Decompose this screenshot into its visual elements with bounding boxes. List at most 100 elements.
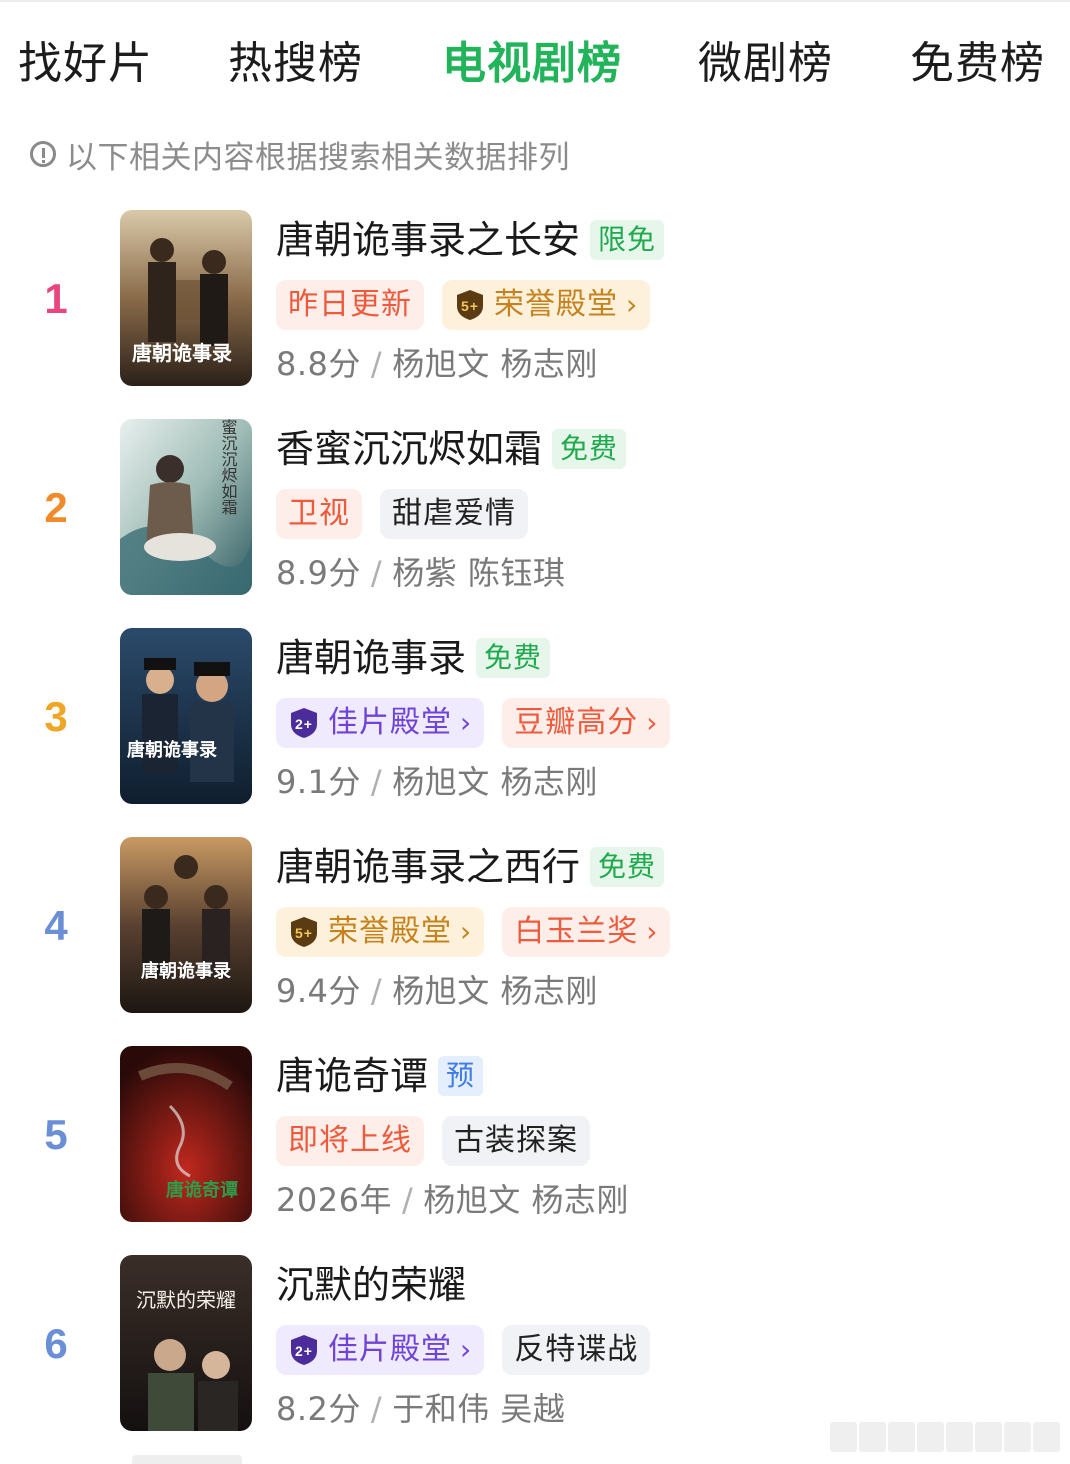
tab-find-good-films[interactable]: 找好片 [18, 34, 153, 94]
chevron-right-icon: › [626, 288, 639, 321]
title-text: 唐诡奇谭 [276, 1054, 429, 1098]
tag-magnolia-award[interactable]: 白玉兰奖 › [502, 907, 671, 957]
tag-satellite-tv: 卫视 [276, 489, 362, 539]
tag-list: 2+ 佳片殿堂 › 反特谍战 [276, 1325, 668, 1375]
score: 9.1分 [276, 763, 361, 801]
tag-label: 荣誉殿堂 [328, 914, 452, 949]
meta-line: 8.8分 / 杨旭文 杨志刚 [276, 342, 598, 386]
list-item[interactable]: 2 香蜜沉沉烬如霜 香蜜沉沉烬如霜 免费 卫视 甜虐爱情 8.9分 / 杨紫 陈钰琪 [0, 419, 1070, 597]
poster-image[interactable]: 沉默的荣耀 [120, 1255, 252, 1431]
list-item[interactable]: 3 唐朝诡事录 唐朝诡事录 免费 2+ 佳片殿堂 › 豆瓣高分 › 9.1分 / 杨… [0, 628, 1070, 806]
meta-line: 9.4分 / 杨旭文 杨志刚 [276, 969, 598, 1013]
chevron-right-icon: › [460, 915, 473, 948]
svg-text:唐朝诡事录: 唐朝诡事录 [132, 341, 232, 365]
cast: 杨紫 陈钰琪 [392, 554, 566, 592]
tab-free[interactable]: 免费榜 [910, 34, 1045, 94]
tag-fine-film-hall[interactable]: 2+ 佳片殿堂 › [276, 1325, 485, 1375]
show-title[interactable]: 唐诡奇谭 预 [276, 1051, 484, 1101]
tag-list: 2+ 佳片殿堂 › 豆瓣高分 › [276, 698, 688, 748]
separator: / [370, 972, 383, 1010]
list-item[interactable]: 4 唐朝诡事录 唐朝诡事录之西行 免费 5+ 荣誉殿堂 › 白玉兰奖 › 9.4… [0, 837, 1070, 1015]
rank-number: 5 [44, 1111, 68, 1158]
watermark-strip [830, 1422, 1060, 1452]
meta-line: 9.1分 / 杨旭文 杨志刚 [276, 760, 598, 804]
tab-tv-series[interactable]: 电视剧榜 [442, 34, 622, 94]
poster-image[interactable]: 香蜜沉沉烬如霜 [120, 419, 252, 595]
free-badge: 免费 [476, 638, 551, 678]
cast: 杨旭文 杨志刚 [392, 763, 598, 801]
separator: / [401, 1181, 414, 1219]
cast: 杨旭文 杨志刚 [392, 345, 598, 383]
cast: 于和伟 吴越 [392, 1390, 566, 1428]
tag-label: 荣誉殿堂 [494, 287, 618, 322]
separator: / [370, 1390, 383, 1428]
shield-icon: 2+ [291, 708, 317, 738]
list-item[interactable]: 5 唐诡奇谭 唐诡奇谭 预 即将上线 古装探案 2026年 / 杨旭文 杨志刚 [0, 1046, 1070, 1224]
chevron-right-icon: › [460, 706, 473, 739]
meta-line: 8.9分 / 杨紫 陈钰琪 [276, 551, 565, 595]
show-title[interactable]: 唐朝诡事录 免费 [276, 633, 551, 683]
rank-number: 1 [44, 275, 68, 322]
category-tabs: 找好片 热搜榜 电视剧榜 微剧榜 免费榜 [0, 34, 1070, 94]
meta-line: 8.2分 / 于和伟 吴越 [276, 1387, 565, 1431]
show-title[interactable]: 唐朝诡事录之西行 免费 [276, 842, 665, 892]
title-text: 沉默的荣耀 [276, 1263, 467, 1307]
shield-icon: 5+ [457, 290, 483, 320]
poster-image[interactable]: 唐诡奇谭 [120, 1046, 252, 1222]
separator: / [370, 345, 383, 383]
meta-line: 2026年 / 杨旭文 杨志刚 [276, 1178, 629, 1222]
svg-text:2+: 2+ [295, 716, 313, 732]
score: 8.8分 [276, 345, 361, 383]
tag-label: 豆瓣高分 [514, 705, 639, 740]
svg-text:香蜜沉沉烬如霜: 香蜜沉沉烬如霜 [219, 419, 238, 515]
tab-hot-search[interactable]: 热搜榜 [228, 34, 363, 94]
tag-douban-high-score[interactable]: 豆瓣高分 › [502, 698, 671, 748]
free-badge: 免费 [590, 847, 665, 887]
title-text: 香蜜沉沉烬如霜 [276, 427, 543, 471]
list-item[interactable]: 1 唐朝诡事录 唐朝诡事录之长安 限免 昨日更新 5+ 荣誉殿堂 › 8.8分 /… [0, 210, 1070, 388]
poster-image[interactable]: 唐朝诡事录 [120, 210, 252, 386]
title-text: 唐朝诡事录之长安 [276, 218, 581, 262]
score: 9.4分 [276, 972, 361, 1010]
tag-genre: 古装探案 [442, 1116, 590, 1166]
free-badge: 免费 [552, 429, 627, 469]
tag-label: 佳片殿堂 [328, 705, 452, 740]
tag-label: 佳片殿堂 [328, 1332, 452, 1367]
separator: / [370, 554, 383, 592]
tag-list: 5+ 荣誉殿堂 › 白玉兰奖 › [276, 907, 688, 957]
chevron-right-icon: › [460, 1333, 473, 1366]
title-text: 唐朝诡事录 [276, 636, 467, 680]
tag-list: 昨日更新 5+ 荣誉殿堂 › [276, 280, 668, 330]
show-title[interactable]: 唐朝诡事录之长安 限免 [276, 215, 665, 265]
rank-number: 6 [44, 1320, 68, 1367]
top-divider [0, 0, 1070, 2]
separator: / [370, 763, 383, 801]
list-item[interactable]: 6 沉默的荣耀 沉默的荣耀 2+ 佳片殿堂 › 反特谍战 8.2分 / 于和伟 吴越 [0, 1255, 1070, 1433]
info-icon [30, 141, 56, 167]
tag-genre: 甜虐爱情 [380, 489, 528, 539]
tag-honor-hall[interactable]: 5+ 荣誉殿堂 › [442, 280, 651, 330]
tag-list: 即将上线 古装探案 [276, 1116, 608, 1166]
score: 8.9分 [276, 554, 361, 592]
tag-list: 卫视 甜虐爱情 [276, 489, 546, 539]
chevron-right-icon: › [646, 706, 659, 739]
show-title[interactable]: 香蜜沉沉烬如霜 免费 [276, 424, 627, 474]
shield-icon: 5+ [291, 917, 317, 947]
svg-text:唐诡奇谭: 唐诡奇谭 [166, 1179, 238, 1201]
tab-micro-drama[interactable]: 微剧榜 [698, 34, 833, 94]
next-item-poster-edge [132, 1455, 242, 1464]
rank-number: 3 [44, 693, 68, 740]
preview-badge: 预 [438, 1056, 484, 1096]
cast: 杨旭文 杨志刚 [392, 972, 598, 1010]
title-text: 唐朝诡事录之西行 [276, 845, 581, 889]
show-title[interactable]: 沉默的荣耀 [276, 1260, 466, 1310]
score: 8.2分 [276, 1390, 361, 1428]
release-year: 2026年 [276, 1181, 392, 1219]
tag-updated: 昨日更新 [276, 280, 424, 330]
tag-fine-film-hall[interactable]: 2+ 佳片殿堂 › [276, 698, 485, 748]
tag-label: 白玉兰奖 [514, 914, 639, 949]
poster-image[interactable]: 唐朝诡事录 [120, 628, 252, 804]
tag-honor-hall[interactable]: 5+ 荣誉殿堂 › [276, 907, 485, 957]
notice-text: 以下相关内容根据搜索相关数据排列 [66, 139, 570, 176]
poster-image[interactable]: 唐朝诡事录 [120, 837, 252, 1013]
